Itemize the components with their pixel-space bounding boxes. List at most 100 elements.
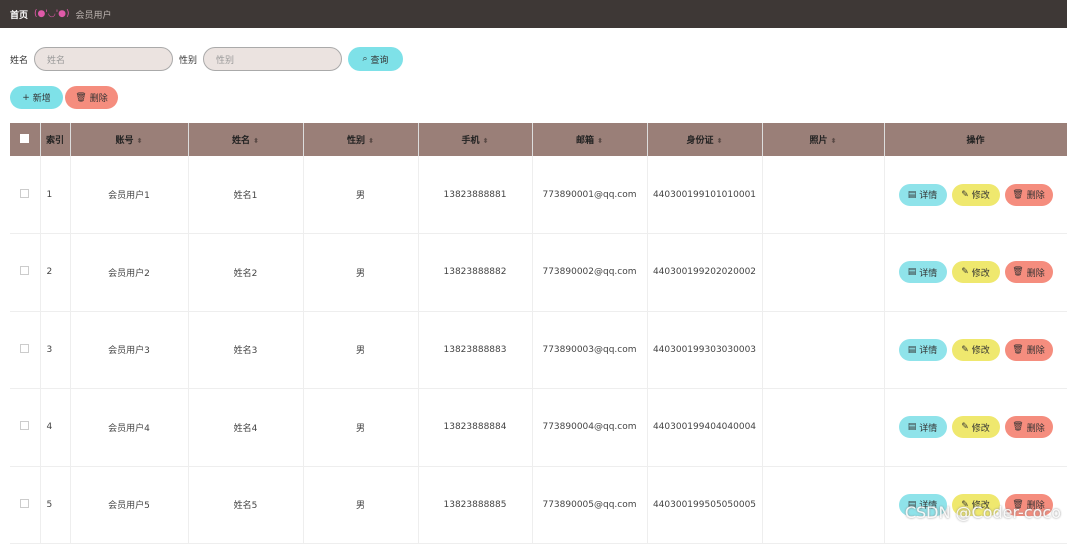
select-all-cell[interactable]: [10, 123, 40, 156]
edit-button[interactable]: ✎修改: [952, 339, 1000, 361]
cell-phone: 13823888885: [418, 466, 532, 544]
delete-row-button-label: 删除: [1027, 188, 1045, 201]
cell-name: 姓名1: [188, 156, 303, 234]
cell-gender: 男: [303, 389, 418, 467]
header-email[interactable]: 邮箱⬍: [532, 123, 647, 156]
row-operations: ▤详情✎修改🗑删除: [885, 416, 1067, 438]
row-checkbox[interactable]: [20, 266, 29, 275]
cell-email: 773890005@qq.com: [532, 466, 647, 544]
cell-name: 姓名2: [188, 234, 303, 312]
header-operation: 操作: [884, 123, 1067, 156]
breadcrumb-home[interactable]: 首页: [10, 8, 28, 21]
delete-row-button[interactable]: 🗑删除: [1005, 184, 1053, 206]
file-icon: ▤: [908, 345, 917, 355]
row-operations: ▤详情✎修改🗑删除: [885, 261, 1067, 283]
delete-row-button[interactable]: 🗑 删除: [1005, 261, 1053, 283]
edit-button-label: 修改: [972, 266, 990, 279]
detail-button-label: 详情: [919, 266, 937, 279]
header-phone[interactable]: 手机⬍: [418, 123, 532, 156]
cell-idcard: 440300199303030003: [647, 311, 762, 389]
edit-button-label: 修改: [972, 421, 990, 434]
cell-photo: [762, 156, 884, 234]
delete-row-button-label: 删除: [1027, 421, 1045, 434]
row-checkbox[interactable]: [20, 499, 29, 508]
cell-email: 773890001@qq.com: [532, 156, 647, 234]
edit-button[interactable]: ✎修改: [952, 261, 1000, 283]
delete-row-button[interactable]: 🗑删除: [1005, 416, 1053, 438]
cell-account: 会员用户1: [70, 156, 188, 234]
add-button[interactable]: + 新增: [10, 86, 63, 109]
header-name[interactable]: 姓名⬍: [188, 123, 303, 156]
cell-phone: 13823888881: [418, 156, 532, 234]
sort-icon[interactable]: ⬍: [483, 137, 489, 145]
cell-index: 3: [40, 311, 70, 389]
name-input[interactable]: 姓名: [34, 47, 173, 71]
row-checkbox-cell: [10, 389, 40, 467]
cell-photo: [762, 234, 884, 312]
table-row[interactable]: 1会员用户1姓名1男13823888881773890001@qq.com440…: [10, 156, 1067, 234]
delete-row-button[interactable]: 🗑删除: [1005, 339, 1053, 361]
row-checkbox[interactable]: [20, 421, 29, 430]
cell-photo: [762, 466, 884, 544]
cell-operation: ▤详情✎修改🗑删除: [884, 234, 1067, 312]
sort-icon[interactable]: ⬍: [717, 137, 723, 145]
row-operations: ▤详情✎修改🗑删除: [885, 339, 1067, 361]
cell-idcard: 440300199404040004: [647, 389, 762, 467]
cell-operation: ▤详情✎修改🗑删除: [884, 389, 1067, 467]
top-bar: 首页 (●'◡'●) 会员用户: [0, 0, 1067, 28]
member-table: 索引 账号⬍ 姓名⬍ 性别⬍ 手机⬍ 邮箱⬍ 身份证⬍ 照片⬍ 操作 1会员用户…: [10, 123, 1067, 544]
header-gender[interactable]: 性别⬍: [303, 123, 418, 156]
breadcrumb-current: 会员用户: [76, 8, 112, 21]
cell-account: 会员用户2: [70, 234, 188, 312]
sort-icon[interactable]: ⬍: [253, 137, 259, 145]
cell-index: 1: [40, 156, 70, 234]
search-bar: 姓名 姓名 性别 性别 ⌕ 查询: [10, 47, 403, 71]
trash-icon: 🗑: [1012, 345, 1023, 355]
header-idcard[interactable]: 身份证⬍: [647, 123, 762, 156]
header-account[interactable]: 账号⬍: [70, 123, 188, 156]
delete-row-button-label: 删除: [1027, 266, 1045, 279]
sort-icon[interactable]: ⬍: [831, 137, 837, 145]
row-checkbox[interactable]: [20, 344, 29, 353]
detail-button[interactable]: ▤详情: [899, 184, 947, 206]
cell-index: 5: [40, 466, 70, 544]
cell-account: 会员用户4: [70, 389, 188, 467]
row-checkbox[interactable]: [20, 189, 29, 198]
action-toolbar: + 新增 🗑 删除: [10, 86, 118, 109]
cell-index: 4: [40, 389, 70, 467]
detail-button-label: 详情: [919, 188, 937, 201]
gender-input[interactable]: 性别: [203, 47, 342, 71]
cell-index: 2: [40, 234, 70, 312]
cell-name: 姓名3: [188, 311, 303, 389]
table-row[interactable]: 2会员用户2姓名2男13823888882773890002@qq.com440…: [10, 234, 1067, 312]
sort-icon[interactable]: ⬍: [137, 137, 143, 145]
delete-label: 删除: [90, 91, 108, 104]
row-checkbox-cell: [10, 311, 40, 389]
table-row[interactable]: 4会员用户4姓名4男13823888884773890004@qq.com440…: [10, 389, 1067, 467]
detail-button[interactable]: ▤详情: [899, 261, 947, 283]
cell-phone: 13823888882: [418, 234, 532, 312]
cell-phone: 13823888884: [418, 389, 532, 467]
query-button[interactable]: ⌕ 查询: [348, 47, 403, 71]
table-row[interactable]: 3会员用户3姓名3男13823888883773890003@qq.com440…: [10, 311, 1067, 389]
delete-button[interactable]: 🗑 删除: [65, 86, 118, 109]
row-checkbox-cell: [10, 466, 40, 544]
cell-gender: 男: [303, 234, 418, 312]
header-index: 索引: [40, 123, 70, 156]
select-all-checkbox[interactable]: [20, 134, 29, 143]
row-checkbox-cell: [10, 156, 40, 234]
query-label: 查询: [371, 53, 389, 66]
header-photo[interactable]: 照片⬍: [762, 123, 884, 156]
cell-photo: [762, 311, 884, 389]
file-icon: ▤: [908, 267, 917, 277]
detail-button[interactable]: ▤详情: [899, 339, 947, 361]
trash-icon: 🗑: [1012, 267, 1023, 277]
sort-icon[interactable]: ⬍: [368, 137, 374, 145]
cell-account: 会员用户3: [70, 311, 188, 389]
detail-button[interactable]: ▤详情: [899, 416, 947, 438]
cell-name: 姓名5: [188, 466, 303, 544]
edit-button[interactable]: ✎修改: [952, 416, 1000, 438]
cell-idcard: 440300199202020002: [647, 234, 762, 312]
sort-icon[interactable]: ⬍: [597, 137, 603, 145]
edit-button[interactable]: ✎修改: [952, 184, 1000, 206]
